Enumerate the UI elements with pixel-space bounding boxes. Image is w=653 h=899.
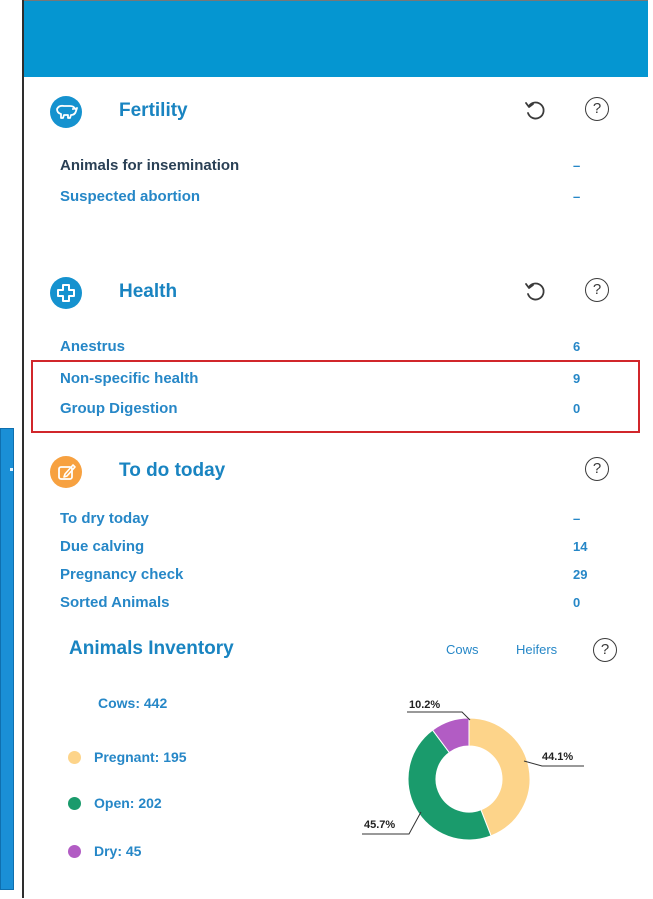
fertility-row-value: –	[573, 158, 581, 173]
highlight-box	[31, 360, 640, 433]
legend-item-dry: Dry: 45	[68, 843, 141, 859]
legend-label: Dry: 45	[94, 843, 142, 859]
legend-label: Open: 202	[94, 795, 162, 811]
todo-title: To do today	[119, 460, 226, 481]
background-window-mark	[10, 468, 13, 471]
fertility-row-value: –	[573, 189, 581, 204]
help-icon: ?	[600, 641, 610, 658]
pencil-note-icon	[50, 456, 82, 488]
tab-cows[interactable]: Cows	[446, 642, 479, 657]
inventory-title: Animals Inventory	[69, 638, 234, 659]
legend-swatch	[68, 751, 81, 764]
slice-pregnant	[468, 717, 531, 837]
inventory-total: Cows: 442	[98, 695, 168, 711]
todo-row-label: Sorted Animals	[60, 594, 170, 611]
fertility-title: Fertility	[119, 100, 188, 121]
list-item[interactable]: Animals for insemination –	[60, 154, 600, 178]
health-row-label: Anestrus	[60, 338, 126, 355]
tab-heifers[interactable]: Heifers	[516, 642, 557, 657]
inventory-help-button[interactable]: ?	[593, 638, 617, 662]
cow-icon	[50, 96, 82, 128]
fertility-row-label: Suspected abortion	[60, 188, 201, 205]
todo-row-value: 0	[573, 595, 581, 610]
pct-label-open: 45.7%	[364, 819, 396, 831]
health-section-header: Health ?	[24, 274, 648, 314]
list-item[interactable]: To dry today –	[60, 507, 600, 531]
todo-row-value: 29	[573, 567, 588, 582]
list-item[interactable]: Pregnancy check 29	[60, 563, 600, 587]
refresh-icon	[525, 101, 545, 120]
health-title: Health	[119, 281, 178, 302]
list-item[interactable]: Suspected abortion –	[60, 185, 600, 209]
fertility-refresh-button[interactable]	[523, 98, 547, 122]
leader-line-dry	[407, 711, 471, 721]
todo-section-header: To do today ?	[24, 453, 648, 493]
health-help-button[interactable]: ?	[585, 278, 609, 302]
list-item[interactable]: Due calving 14	[60, 535, 600, 559]
help-icon: ?	[592, 100, 602, 117]
legend-item-pregnant: Pregnant: 195	[68, 749, 187, 765]
list-item[interactable]: Sorted Animals 0	[60, 591, 600, 615]
slice-dry	[431, 717, 470, 754]
refresh-icon	[525, 282, 545, 301]
legend-label: Pregnant: 195	[94, 749, 187, 765]
fertility-help-button[interactable]: ?	[585, 97, 609, 121]
list-item[interactable]: Anestrus 6	[60, 335, 600, 359]
legend-swatch	[68, 845, 81, 858]
plus-cross-icon	[50, 277, 82, 309]
background-window-edge	[0, 428, 14, 890]
fertility-row-label: Animals for insemination	[60, 157, 240, 174]
health-refresh-button[interactable]	[523, 279, 547, 303]
todo-help-button[interactable]: ?	[585, 457, 609, 481]
health-row-value: 6	[573, 339, 581, 354]
todo-row-label: Due calving	[60, 538, 145, 555]
dashboard-panel: Fertility ? Animals for insemination – S…	[24, 0, 648, 898]
todo-row-label: To dry today	[60, 510, 149, 527]
todo-row-value: –	[573, 511, 581, 526]
todo-row-label: Pregnancy check	[60, 566, 184, 583]
legend-item-open: Open: 202	[68, 795, 162, 811]
legend-swatch	[68, 797, 81, 810]
panel-header-bar	[24, 1, 648, 77]
pct-label-pregnant: 44.1%	[542, 751, 574, 763]
help-icon: ?	[592, 460, 602, 477]
slice-open	[407, 729, 492, 841]
pct-label-dry: 10.2%	[409, 699, 441, 711]
fertility-section-header: Fertility ?	[24, 93, 648, 133]
todo-row-value: 14	[573, 539, 588, 554]
help-icon: ?	[592, 281, 602, 298]
